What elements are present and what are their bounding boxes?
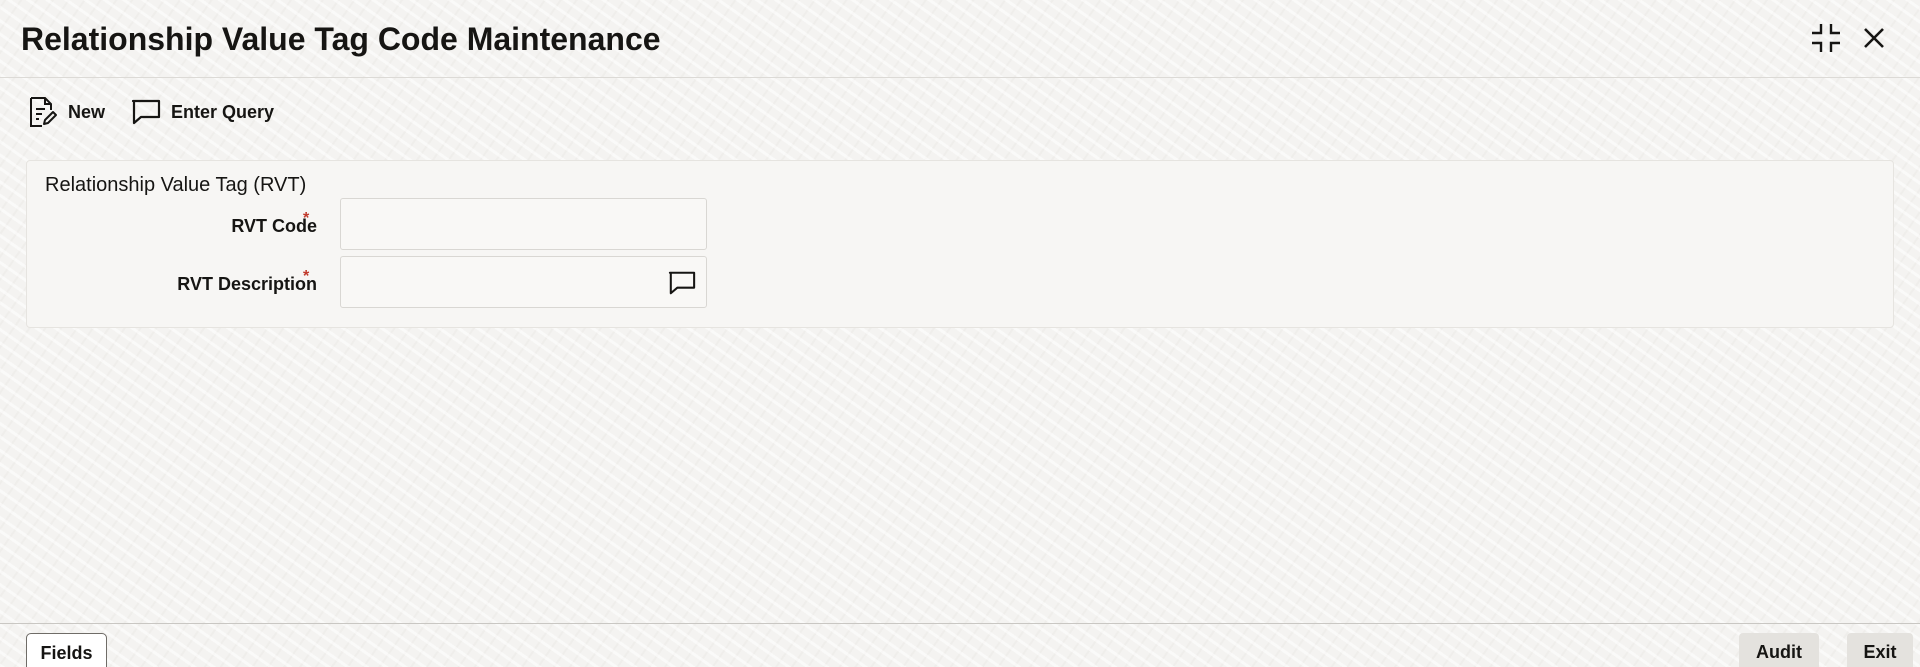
new-document-icon xyxy=(30,97,57,127)
rvt-code-input[interactable] xyxy=(341,199,706,249)
page-title: Relationship Value Tag Code Maintenance xyxy=(21,21,661,57)
panel-heading: Relationship Value Tag (RVT) xyxy=(45,174,307,196)
new-button-label: New xyxy=(68,101,106,122)
footer-bar: Fields Audit Exit xyxy=(0,623,1920,667)
maximize-icon xyxy=(1812,24,1840,52)
rvt-description-field-box xyxy=(340,256,707,308)
rvt-description-required-marker: * xyxy=(303,268,310,285)
rvt-description-label: RVT Description xyxy=(177,274,317,294)
maximize-button[interactable] xyxy=(1808,20,1844,56)
rvt-code-required-marker: * xyxy=(303,210,310,227)
comment-icon[interactable] xyxy=(668,269,696,297)
new-button[interactable]: New xyxy=(28,96,105,128)
enter-query-button-label: Enter Query xyxy=(171,101,275,122)
enter-query-button[interactable]: Enter Query xyxy=(131,98,274,126)
audit-button[interactable]: Audit xyxy=(1739,633,1819,667)
rvt-panel: Relationship Value Tag (RVT) RVT Code * … xyxy=(26,160,1894,328)
toolbar: New Enter Query xyxy=(28,94,274,130)
fields-button[interactable]: Fields xyxy=(26,633,107,667)
close-button[interactable] xyxy=(1856,20,1892,56)
rvt-description-input[interactable] xyxy=(341,257,706,307)
comment-icon xyxy=(131,99,161,125)
exit-button[interactable]: Exit xyxy=(1847,633,1913,667)
rvt-code-field-box xyxy=(340,198,707,250)
title-bar: Relationship Value Tag Code Maintenance xyxy=(0,0,1920,78)
close-icon xyxy=(1864,28,1884,48)
